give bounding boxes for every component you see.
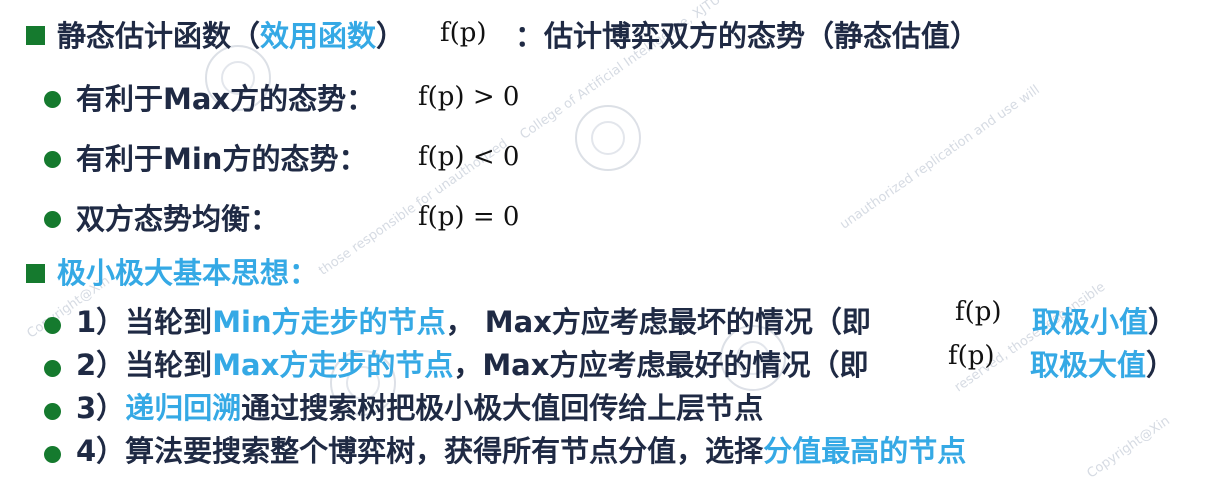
heading-highlight: 效用函数	[260, 19, 377, 53]
dot-bullet-icon	[44, 360, 61, 377]
dot-bullet-icon	[44, 403, 61, 420]
step-text: 2）当轮到Max方走步的节点，Max方应考虑最好的情况（即	[76, 348, 869, 382]
square-bullet-icon	[26, 26, 45, 45]
heading-tail: ：估计博弈双方的态势（静态估值）	[515, 19, 980, 53]
heading-suffix: ）	[376, 19, 406, 53]
bullet-formula: f(p) = 0	[418, 202, 520, 232]
step-text: 1）当轮到Min方走步的节点， Max方应考虑最坏的情况（即	[76, 305, 871, 339]
dot-bullet-icon	[44, 211, 61, 228]
minimax-heading-text: 极小极大基本思想：	[57, 256, 319, 290]
bullet-formula: f(p) < 0	[418, 142, 520, 172]
dot-bullet-icon	[44, 317, 61, 334]
bullet-formula: f(p) > 0	[418, 82, 520, 112]
heading-prefix: 静态估计函数（	[57, 19, 261, 53]
step-tail: 取极大值）	[1030, 348, 1176, 382]
bullet-label: 有利于Max方的态势：	[76, 82, 376, 116]
step-formula: f(p)	[955, 297, 1002, 327]
dot-bullet-icon	[44, 151, 61, 168]
square-bullet-icon	[26, 264, 45, 283]
watermark-text: Copyright@Xin	[1084, 413, 1173, 482]
dot-bullet-icon	[44, 446, 61, 463]
bullet-label: 双方态势均衡：	[76, 202, 280, 236]
heading-formula: f(p)	[440, 18, 487, 48]
step-formula: f(p)	[948, 341, 995, 371]
dot-bullet-icon	[44, 91, 61, 108]
step-text: 4）算法要搜索整个博弈树，获得所有节点分值，选择分值最高的节点	[76, 434, 967, 468]
watermark-text: unauthorized replication and use will	[837, 82, 1043, 233]
seal-watermark-icon	[575, 105, 641, 171]
bullet-label: 有利于Min方的态势：	[76, 142, 368, 176]
step-tail: 取极小值）	[1032, 305, 1178, 339]
step-text: 3）递归回溯通过搜索树把极小极大值回传给上层节点	[76, 391, 764, 425]
